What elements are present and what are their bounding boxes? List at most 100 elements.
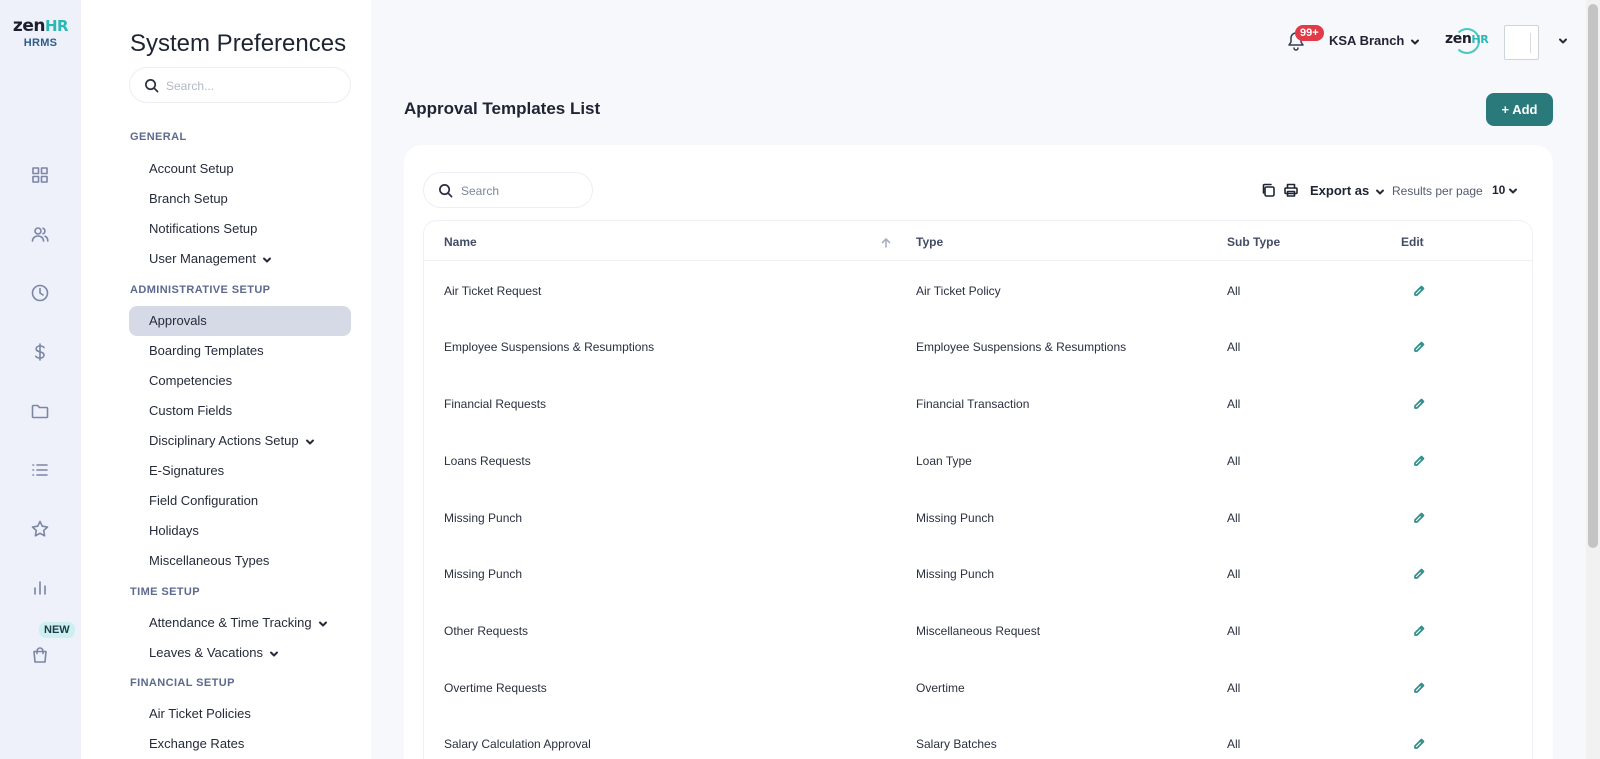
dashboard-icon[interactable] — [30, 165, 50, 185]
section-time-setup: TIME SETUP — [130, 586, 201, 598]
cell-sub-type: All — [1227, 681, 1241, 695]
sidebar-item-holidays[interactable]: Holidays — [129, 516, 351, 546]
sidebar-item-miscellaneous-types[interactable]: Miscellaneous Types — [129, 546, 351, 576]
sort-arrow-up-icon[interactable] — [880, 236, 892, 248]
sidebar-search[interactable] — [129, 67, 351, 103]
sidebar-item-approvals[interactable]: Approvals — [129, 306, 351, 336]
chevron-down-icon — [305, 437, 315, 447]
table-row: Air Ticket Request Air Ticket Policy All — [424, 263, 1532, 319]
pencil-icon[interactable] — [1412, 511, 1426, 525]
cell-type: Employee Suspensions & Resumptions — [916, 340, 1127, 354]
pencil-icon[interactable] — [1412, 624, 1426, 638]
sidebar-item-competencies[interactable]: Competencies — [129, 366, 351, 396]
sidebar-item-boarding-templates[interactable]: Boarding Templates — [129, 336, 351, 366]
table-row: Other Requests Miscellaneous Request All — [424, 603, 1532, 659]
search-icon — [144, 78, 159, 93]
scrollbar-thumb[interactable] — [1588, 4, 1598, 548]
pencil-icon[interactable] — [1412, 397, 1426, 411]
table-row: Loans Requests Loan Type All — [424, 433, 1532, 489]
table-search-input[interactable] — [461, 181, 581, 201]
column-header-name[interactable]: Name — [444, 235, 477, 249]
table-row: Missing Punch Missing Punch All — [424, 490, 1532, 546]
dollar-icon[interactable] — [30, 342, 50, 362]
logo-word: zen — [12, 16, 46, 36]
table-row: Salary Calculation Approval Salary Batch… — [424, 716, 1532, 759]
column-header-type[interactable]: Type — [916, 235, 943, 249]
cell-name: Air Ticket Request — [444, 284, 542, 298]
export-dropdown[interactable]: Export as — [1310, 183, 1385, 198]
bar-chart-icon[interactable] — [30, 578, 50, 598]
column-header-sub-type[interactable]: Sub Type — [1227, 235, 1280, 249]
branch-name: KSA Branch — [1329, 33, 1405, 48]
chevron-down-icon — [1410, 37, 1420, 47]
table-row: Overtime Requests Overtime All — [424, 660, 1532, 716]
pencil-icon[interactable] — [1412, 737, 1426, 751]
avatar[interactable] — [1504, 25, 1539, 60]
sidebar-item-custom-fields[interactable]: Custom Fields — [129, 396, 351, 426]
cell-type: Salary Batches — [916, 737, 997, 751]
cell-type: Financial Transaction — [916, 397, 1030, 411]
sidebar-item-field-configuration[interactable]: Field Configuration — [129, 486, 351, 516]
sidebar-item-branch-setup[interactable]: Branch Setup — [129, 184, 351, 214]
sidebar-title: System Preferences — [130, 30, 347, 57]
sidebar-item-notifications-setup[interactable]: Notifications Setup — [129, 214, 351, 244]
pencil-icon[interactable] — [1412, 340, 1426, 354]
pencil-icon[interactable] — [1412, 681, 1426, 695]
chevron-down-icon — [318, 619, 328, 629]
clock-icon[interactable] — [30, 283, 50, 303]
header-divider — [1530, 33, 1531, 53]
pencil-icon[interactable] — [1412, 284, 1426, 298]
cell-sub-type: All — [1227, 737, 1241, 751]
shopping-bag-icon[interactable] — [30, 645, 50, 665]
chevron-down-icon — [1375, 187, 1385, 197]
page-title: Approval Templates List — [404, 99, 601, 118]
header-divider-line — [424, 260, 1532, 261]
sidebar-item-leaves-vacations[interactable]: Leaves & Vacations — [129, 638, 351, 668]
branch-selector[interactable]: KSA Branch — [1329, 33, 1420, 48]
add-button[interactable]: + Add — [1486, 93, 1553, 126]
cell-sub-type: All — [1227, 284, 1241, 298]
cell-sub-type: All — [1227, 397, 1241, 411]
cell-type: Miscellaneous Request — [916, 624, 1041, 638]
cell-type: Overtime — [916, 681, 965, 695]
settings-sidebar: System Preferences GENERAL Account Setup… — [81, 0, 371, 759]
table-search[interactable] — [423, 172, 593, 208]
cell-sub-type: All — [1227, 511, 1241, 525]
sidebar-item-attendance-time-tracking[interactable]: Attendance & Time Tracking — [129, 608, 351, 638]
logo-hr: HR — [44, 17, 69, 35]
cell-sub-type: All — [1227, 624, 1241, 638]
sidebar-item-e-signatures[interactable]: E-Signatures — [129, 456, 351, 486]
search-icon — [438, 183, 453, 198]
sidebar-item-air-ticket-policies[interactable]: Air Ticket Policies — [129, 699, 351, 729]
chevron-down-icon — [1508, 186, 1518, 196]
section-administrative-setup: ADMINISTRATIVE SETUP — [130, 284, 271, 296]
chevron-down-icon — [269, 649, 279, 659]
icon-rail: zenHR HRMS NEW — [0, 0, 81, 759]
sidebar-item-user-management[interactable]: User Management — [129, 244, 351, 274]
notification-count-badge: 99+ — [1295, 25, 1324, 41]
results-per-page-select[interactable]: 10 — [1492, 183, 1518, 197]
sidebar-item-exchange-rates[interactable]: Exchange Rates — [129, 729, 351, 759]
cell-name: Financial Requests — [444, 397, 547, 411]
sidebar-item-account-setup[interactable]: Account Setup — [129, 154, 351, 184]
section-general: GENERAL — [130, 131, 187, 143]
pencil-icon[interactable] — [1412, 567, 1426, 581]
pencil-icon[interactable] — [1412, 454, 1426, 468]
brand-logo[interactable]: zenHR HRMS — [0, 16, 81, 49]
list-icon[interactable] — [30, 460, 50, 480]
user-menu-chevron-icon[interactable] — [1558, 36, 1568, 46]
chevron-down-icon — [262, 255, 272, 265]
folder-icon[interactable] — [30, 401, 50, 421]
cell-name: Other Requests — [444, 624, 529, 638]
cell-name: Salary Calculation Approval — [444, 737, 591, 751]
cell-sub-type: All — [1227, 454, 1241, 468]
table-row: Financial Requests Financial Transaction… — [424, 376, 1532, 432]
sidebar-item-disciplinary-actions-setup[interactable]: Disciplinary Actions Setup — [129, 426, 351, 456]
cell-type: Loan Type — [916, 454, 972, 468]
print-icon[interactable] — [1283, 182, 1299, 198]
new-badge: NEW — [39, 622, 75, 638]
star-icon[interactable] — [30, 519, 50, 539]
sidebar-search-input[interactable] — [166, 76, 341, 96]
people-icon[interactable] — [30, 224, 50, 244]
copy-icon[interactable] — [1260, 182, 1276, 198]
